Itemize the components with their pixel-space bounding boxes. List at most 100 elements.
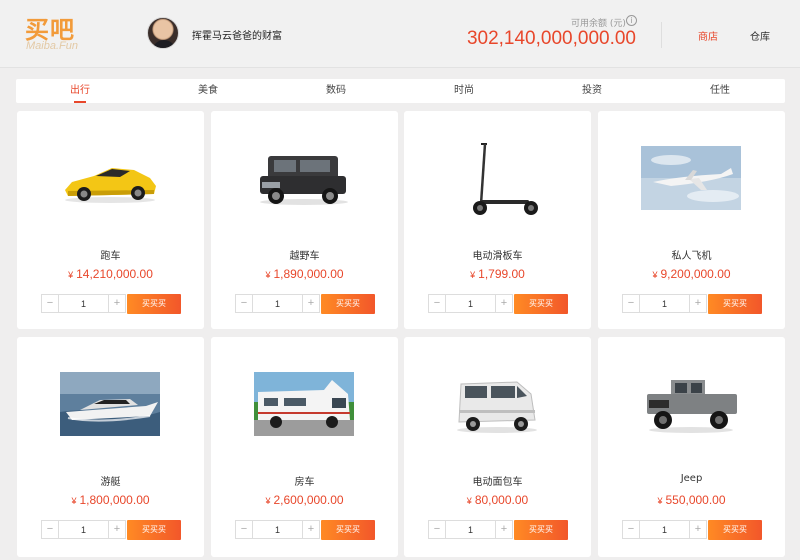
product-name: 电动面包车 <box>472 477 523 488</box>
buy-button[interactable]: 买买买 <box>321 294 375 314</box>
quantity-input[interactable] <box>60 295 107 312</box>
buy-button[interactable]: 买买买 <box>708 294 762 314</box>
quantity-input[interactable] <box>447 295 494 312</box>
scooter-image <box>473 143 538 215</box>
van-image <box>457 381 537 433</box>
avatar <box>147 17 179 49</box>
product-price: ¥2,600,000.00 <box>211 493 398 507</box>
product-name: Jeep <box>680 473 703 484</box>
product-name: 跑车 <box>100 251 121 262</box>
private-jet-image <box>641 146 741 210</box>
avatar-shoulders <box>152 40 176 48</box>
decrease-button[interactable]: − <box>236 295 253 312</box>
quantity-input[interactable] <box>641 295 688 312</box>
logo-subtext: Maiba.Fun <box>26 40 78 52</box>
quantity-input[interactable] <box>254 295 301 312</box>
product-price: ¥9,200,000.00 <box>598 267 785 281</box>
top-header: 买吧 Maiba.Fun 挥霍马云爸爸的财富 可用余额 (元) i 302,14… <box>0 0 800 68</box>
tab-fashion[interactable]: 时尚 <box>400 79 528 103</box>
product-card: 电动滑板车 ¥1,799.00 − + 买买买 <box>404 111 591 329</box>
quantity-stepper: − + <box>428 520 513 539</box>
product-card: 越野车 ¥1,890,000.00 − + 买买买 <box>211 111 398 329</box>
decrease-button[interactable]: − <box>623 521 640 538</box>
decrease-button[interactable]: − <box>42 295 59 312</box>
decrease-button[interactable]: − <box>429 295 446 312</box>
product-price: ¥550,000.00 <box>598 493 785 507</box>
price-value: 80,000.00 <box>474 493 529 507</box>
quantity-input[interactable] <box>447 521 494 538</box>
increase-button[interactable]: + <box>302 521 319 538</box>
product-name: 房车 <box>294 477 315 488</box>
price-value: 14,210,000.00 <box>76 267 153 281</box>
increase-button[interactable]: + <box>689 295 706 312</box>
currency-symbol: ¥ <box>265 496 271 506</box>
currency-symbol: ¥ <box>470 270 476 280</box>
buy-button[interactable]: 买买买 <box>514 294 568 314</box>
tab-invest[interactable]: 投资 <box>528 79 656 103</box>
product-price: ¥1,799.00 <box>404 267 591 281</box>
decrease-button[interactable]: − <box>429 521 446 538</box>
price-value: 2,600,000.00 <box>273 493 344 507</box>
tab-travel[interactable]: 出行 <box>16 79 144 103</box>
buy-button[interactable]: 买买买 <box>127 520 181 540</box>
product-card: 跑车 ¥14,210,000.00 − + 买买买 <box>17 111 204 329</box>
info-icon[interactable]: i <box>626 15 637 26</box>
balance-value: 302,140,000,000.00 <box>466 28 636 49</box>
tab-digital[interactable]: 数码 <box>272 79 400 103</box>
quantity-stepper: − + <box>235 520 320 539</box>
price-value: 1,800,000.00 <box>79 493 150 507</box>
quantity-stepper: − + <box>428 294 513 313</box>
quantity-input[interactable] <box>254 521 301 538</box>
product-card: 房车 ¥2,600,000.00 − + 买买买 <box>211 337 398 557</box>
product-price: ¥80,000.00 <box>404 493 591 507</box>
decrease-button[interactable]: − <box>42 521 59 538</box>
header-divider <box>661 22 662 48</box>
quantity-stepper: − + <box>622 520 707 539</box>
increase-button[interactable]: + <box>495 521 512 538</box>
buy-button[interactable]: 买买买 <box>127 294 181 314</box>
buy-button[interactable]: 买买买 <box>514 520 568 540</box>
quantity-stepper: − + <box>41 520 126 539</box>
currency-symbol: ¥ <box>265 270 271 280</box>
price-value: 1,799.00 <box>478 267 525 281</box>
increase-button[interactable]: + <box>108 521 125 538</box>
nav-shop[interactable]: 商店 <box>698 28 718 43</box>
category-tabs: 出行 美食 数码 时尚 投资 任性 <box>16 79 785 103</box>
currency-symbol: ¥ <box>657 496 663 506</box>
product-card: 电动面包车 ¥80,000.00 − + 买买买 <box>404 337 591 557</box>
price-value: 9,200,000.00 <box>660 267 731 281</box>
increase-button[interactable]: + <box>302 295 319 312</box>
quantity-input[interactable] <box>641 521 688 538</box>
increase-button[interactable]: + <box>689 521 706 538</box>
tab-food[interactable]: 美食 <box>144 79 272 103</box>
jeep-image <box>647 380 737 433</box>
increase-button[interactable]: + <box>495 295 512 312</box>
buy-button[interactable]: 买买买 <box>708 520 762 540</box>
currency-symbol: ¥ <box>652 270 658 280</box>
product-price: ¥1,800,000.00 <box>17 493 204 507</box>
decrease-button[interactable]: − <box>623 295 640 312</box>
quantity-stepper: − + <box>622 294 707 313</box>
decrease-button[interactable]: − <box>236 521 253 538</box>
product-card: 私人飞机 ¥9,200,000.00 − + 买买买 <box>598 111 785 329</box>
yacht-image <box>60 372 160 436</box>
buy-button[interactable]: 买买买 <box>321 520 375 540</box>
currency-symbol: ¥ <box>71 496 77 506</box>
currency-symbol: ¥ <box>466 496 472 506</box>
tab-willful[interactable]: 任性 <box>656 79 784 103</box>
suv-image <box>260 156 348 205</box>
product-name: 越野车 <box>289 251 320 262</box>
increase-button[interactable]: + <box>108 295 125 312</box>
nav-store[interactable]: 仓库 <box>750 28 770 43</box>
sports-car-image <box>65 168 156 203</box>
product-price: ¥1,890,000.00 <box>211 267 398 281</box>
quantity-input[interactable] <box>60 521 107 538</box>
price-value: 550,000.00 <box>665 493 726 507</box>
product-card: 游艇 ¥1,800,000.00 − + 买买买 <box>17 337 204 557</box>
logo[interactable]: 买吧 Maiba.Fun <box>25 10 85 54</box>
product-name: 私人飞机 <box>671 251 712 262</box>
product-card: Jeep ¥550,000.00 − + 买买买 <box>598 337 785 557</box>
price-value: 1,890,000.00 <box>273 267 344 281</box>
product-name: 游艇 <box>100 477 121 488</box>
product-name: 电动滑板车 <box>472 251 523 262</box>
